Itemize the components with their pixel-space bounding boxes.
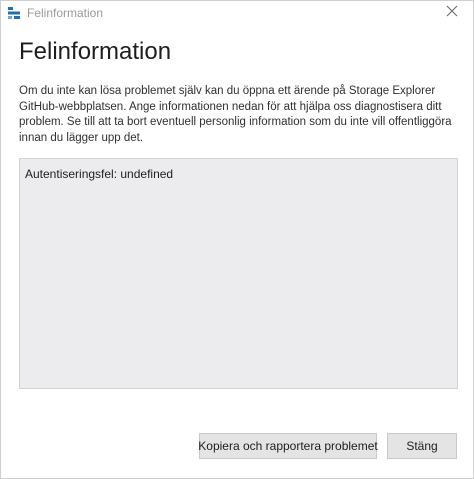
copy-and-report-button[interactable]: Kopiera och rapportera problemet [198,433,378,459]
close-button[interactable]: Stäng [387,433,457,459]
error-dialog-window: Felinformation Felinformation Om du inte… [0,0,474,479]
dialog-heading: Felinformation [19,38,172,65]
close-window-button[interactable] [439,3,465,23]
window-title: Felinformation [27,6,104,20]
dialog-message: Om du inte kan lösa problemet själv kan … [19,85,452,144]
storage-explorer-icon [7,6,21,20]
error-details-box[interactable]: Autentiseringsfel: undefined [19,158,458,389]
error-details-text: Autentiseringsfel: undefined [25,167,174,181]
close-icon [446,4,458,22]
title-bar[interactable]: Felinformation [1,1,473,25]
